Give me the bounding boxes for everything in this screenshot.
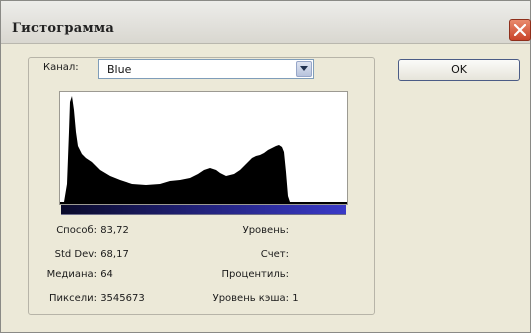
window-title: Гистограмма (12, 21, 114, 36)
stat-pixels: Пиксели: 3545673 (37, 293, 145, 304)
chevron-down-icon (300, 66, 308, 71)
stat-level: Уровень: (197, 225, 289, 236)
ok-button[interactable]: OK (398, 59, 520, 81)
stat-percentile: Процентиль: (197, 269, 289, 280)
stat-mean-value: 83,72 (100, 225, 129, 236)
channel-label: Канал: (41, 62, 81, 73)
stat-percentile-label: Процентиль: (221, 269, 289, 280)
stat-cache-level: Уровень кэша: 1 (197, 293, 299, 304)
stat-std-dev: Std Dev: 68,17 (37, 249, 129, 260)
histogram-dialog: Гистограмма Канал: Blue OK Способ: 83,72… (0, 0, 531, 333)
channel-select-value: Blue (107, 63, 132, 76)
channel-select[interactable]: Blue (98, 59, 314, 79)
stat-std-label: Std Dev: (54, 249, 97, 260)
stat-count-label: Счет: (260, 249, 289, 260)
stat-std-value: 68,17 (100, 249, 129, 260)
stat-median-value: 64 (100, 269, 113, 280)
stat-level-label: Уровень: (242, 225, 289, 236)
stat-pixels-label: Пиксели: (49, 293, 97, 304)
title-bar[interactable]: Гистограмма (1, 1, 531, 44)
close-icon (514, 24, 526, 36)
stat-mean: Способ: 83,72 (37, 225, 129, 236)
stat-median-label: Медиана: (46, 269, 97, 280)
stat-cache-label: Уровень кэша: (212, 293, 289, 304)
histogram-graph (59, 91, 348, 205)
dropdown-button[interactable] (296, 61, 312, 77)
stat-median: Медиана: 64 (37, 269, 113, 280)
stat-cache-value: 1 (292, 293, 299, 304)
channel-gradient-bar (61, 205, 346, 215)
stat-mean-label: Способ: (56, 225, 97, 236)
histogram-shape (60, 96, 347, 204)
stat-pixels-value: 3545673 (100, 293, 145, 304)
close-button[interactable] (509, 19, 531, 41)
stat-count: Счет: (197, 249, 289, 260)
